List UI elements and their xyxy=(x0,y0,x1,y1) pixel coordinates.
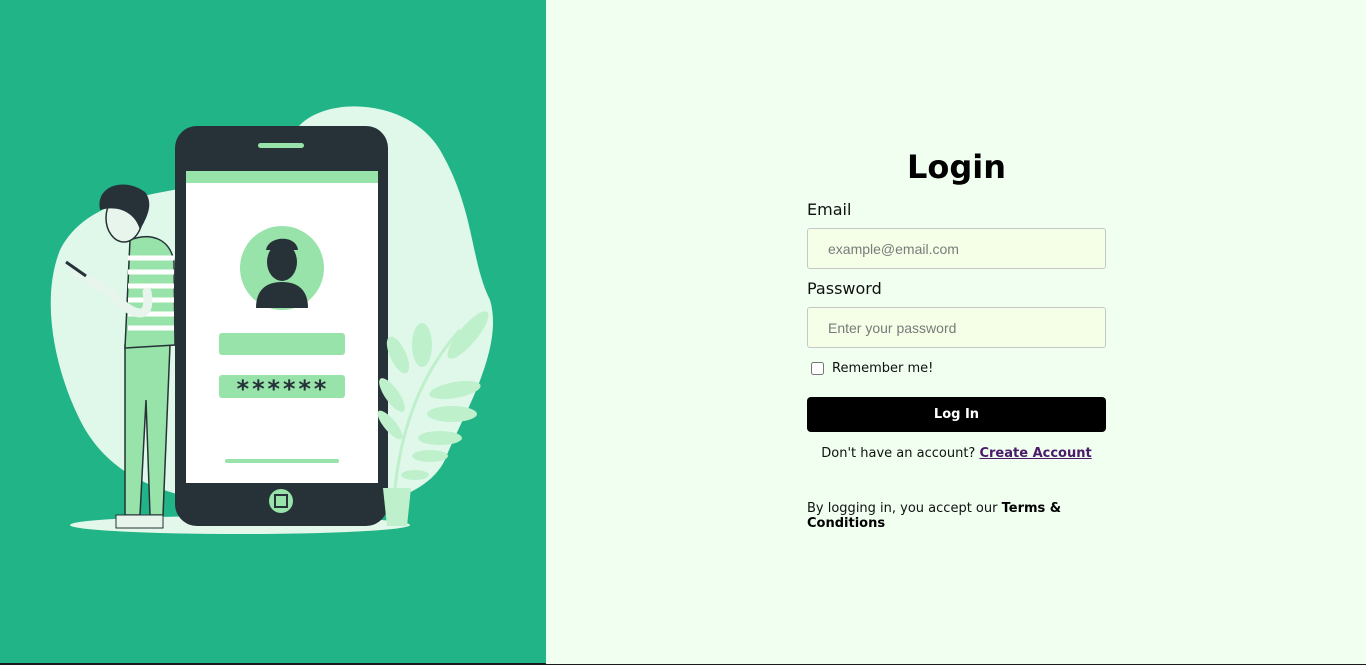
page-title: Login xyxy=(906,148,1007,186)
login-form: Login Email Password Remember me! Log In… xyxy=(807,140,1106,531)
email-label: Email xyxy=(807,200,852,219)
remember-me-label: Remember me! xyxy=(832,360,934,376)
create-account-link[interactable]: Create Account xyxy=(979,446,1091,461)
terms-row: By logging in, you accept our Terms & Co… xyxy=(807,501,1106,531)
login-button[interactable]: Log In xyxy=(807,397,1106,432)
terms-prefix-text: By logging in, you accept our xyxy=(807,501,998,516)
remember-me-row: Remember me! xyxy=(807,360,1106,376)
signup-prompt-row: Don't have an account? Create Account xyxy=(807,446,1106,461)
illustration-panel: ****** xyxy=(0,0,546,664)
password-input[interactable] xyxy=(807,307,1106,348)
masked-password-text: ****** xyxy=(236,375,329,403)
remember-me-checkbox[interactable] xyxy=(811,361,824,375)
phone-login-illustration: ****** xyxy=(50,106,494,534)
login-panel: Login Email Password Remember me! Log In… xyxy=(546,0,1366,664)
password-label: Password xyxy=(807,279,882,298)
signup-prompt-text: Don't have an account? xyxy=(821,446,976,461)
email-input[interactable] xyxy=(807,228,1106,269)
